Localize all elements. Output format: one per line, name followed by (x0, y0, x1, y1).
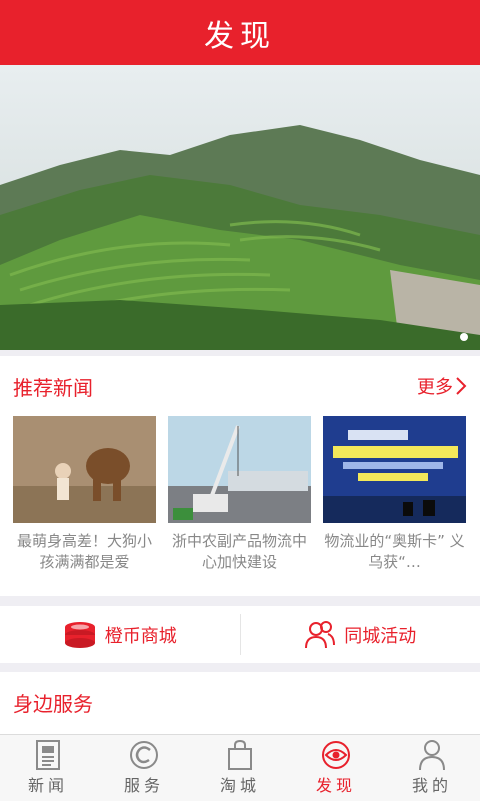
news-thumbnail-forum (323, 416, 466, 523)
carousel-dot-indicator[interactable] (460, 333, 468, 341)
newspaper-icon (35, 739, 61, 771)
user-icon (418, 739, 446, 771)
tab-services-label: 服务 (124, 772, 164, 796)
orange-coin-mall-button[interactable]: 橙币商城 (0, 606, 240, 663)
bottom-tab-bar: 新闻 服务 淘城 发现 我的 (0, 734, 480, 801)
banner-landscape-image (0, 65, 480, 350)
news-card[interactable]: 最萌身高差！大狗小孩满满都是爱 (13, 416, 156, 573)
tab-shop[interactable]: 淘城 (192, 735, 288, 801)
nearby-services-section: 身边服务 (0, 672, 480, 734)
news-card[interactable]: 浙中农副产品物流中心加快建设 (168, 416, 311, 573)
service-icon (128, 739, 160, 771)
orange-coin-mall-label: 橙币商城 (105, 622, 177, 648)
shortcut-bar: 橙币商城 同城活动 (0, 606, 480, 663)
tab-shop-label: 淘城 (220, 772, 260, 796)
news-card[interactable]: 物流业的“奥斯卡” 义乌获“… (323, 416, 466, 573)
page-title: 发现 (204, 11, 276, 55)
recommended-news-section: 推荐新闻 更多 最萌身高差！大狗小孩满满都是爱 (0, 356, 480, 596)
top-bar: 发现 (0, 0, 480, 65)
coins-icon (63, 620, 97, 650)
eye-icon (320, 739, 352, 771)
news-caption: 浙中农副产品物流中心加快建设 (168, 531, 311, 573)
tab-discover[interactable]: 发现 (288, 735, 384, 801)
news-thumbnail-construction (168, 416, 311, 523)
news-caption: 最萌身高差！大狗小孩满满都是爱 (13, 531, 156, 573)
more-label: 更多 (417, 373, 453, 399)
city-events-label: 同城活动 (344, 622, 416, 648)
city-events-button[interactable]: 同城活动 (241, 606, 480, 663)
tab-mine[interactable]: 我的 (384, 735, 480, 801)
chevron-right-icon (455, 376, 467, 396)
tab-news[interactable]: 新闻 (0, 735, 96, 801)
tab-services[interactable]: 服务 (96, 735, 192, 801)
people-icon (304, 620, 336, 650)
news-caption: 物流业的“奥斯卡” 义乌获“… (323, 531, 466, 573)
banner-carousel[interactable] (0, 65, 480, 350)
tab-discover-label: 发现 (316, 772, 356, 796)
tab-news-label: 新闻 (28, 772, 68, 796)
tab-mine-label: 我的 (412, 772, 452, 796)
bag-icon (226, 739, 254, 771)
more-link[interactable]: 更多 (417, 373, 467, 399)
recommended-news-title: 推荐新闻 (13, 372, 93, 401)
nearby-services-title: 身边服务 (13, 688, 93, 717)
news-thumbnail-dog-child (13, 416, 156, 523)
